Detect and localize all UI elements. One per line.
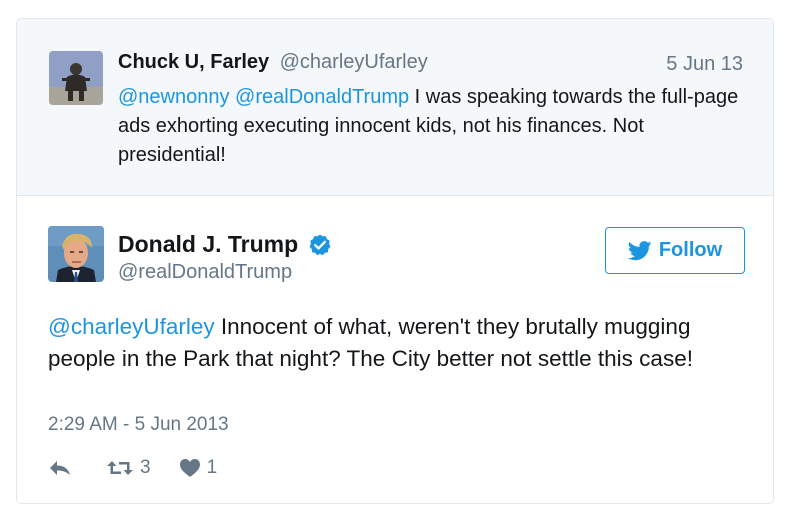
reply-button[interactable] <box>48 459 72 477</box>
main-author-name-row: Donald J. Trump <box>118 231 332 258</box>
parent-author-avatar[interactable] <box>49 51 103 105</box>
heart-icon <box>179 459 200 477</box>
embedded-tweet-card: Chuck U, Farley @charleyUfarley 5 Jun 13… <box>16 18 774 504</box>
mention-link[interactable]: @newnonny <box>118 86 229 108</box>
mention-link[interactable]: @realDonaldTrump <box>235 86 409 108</box>
parent-tweet[interactable]: Chuck U, Farley @charleyUfarley 5 Jun 13… <box>17 19 773 196</box>
main-author-handle[interactable]: @realDonaldTrump <box>118 261 292 284</box>
follow-button[interactable]: Follow <box>605 227 745 274</box>
like-count: 1 <box>206 457 218 478</box>
parent-author-name[interactable]: Chuck U, Farley <box>118 51 269 73</box>
main-author-avatar[interactable] <box>48 226 104 282</box>
reply-icon <box>50 461 70 475</box>
retweet-icon <box>107 461 133 475</box>
verified-badge-icon <box>309 234 331 255</box>
tweet-timestamp[interactable]: 2:29 AM - 5 Jun 2013 <box>48 414 229 436</box>
parent-tweet-text: @newnonny @realDonaldTrump I was speakin… <box>118 83 748 170</box>
parent-author-handle[interactable]: @charleyUfarley <box>280 51 428 73</box>
main-author-name[interactable]: Donald J. Trump <box>118 231 298 257</box>
tweet-actions: 3 1 <box>48 455 217 481</box>
main-tweet-text: @charleyUfarley Innocent of what, weren'… <box>48 311 758 375</box>
follow-label: Follow <box>658 239 723 261</box>
bird-icon <box>627 240 652 260</box>
retweet-count: 3 <box>140 457 151 478</box>
like-button[interactable]: 1 <box>179 457 218 479</box>
mention-link[interactable]: @charleyUfarley <box>48 314 215 339</box>
parent-tweet-header: Chuck U, Farley @charleyUfarley 5 Jun 13 <box>118 51 743 77</box>
parent-tweet-date[interactable]: 5 Jun 13 <box>666 53 743 76</box>
retweet-button[interactable]: 3 <box>106 457 151 479</box>
